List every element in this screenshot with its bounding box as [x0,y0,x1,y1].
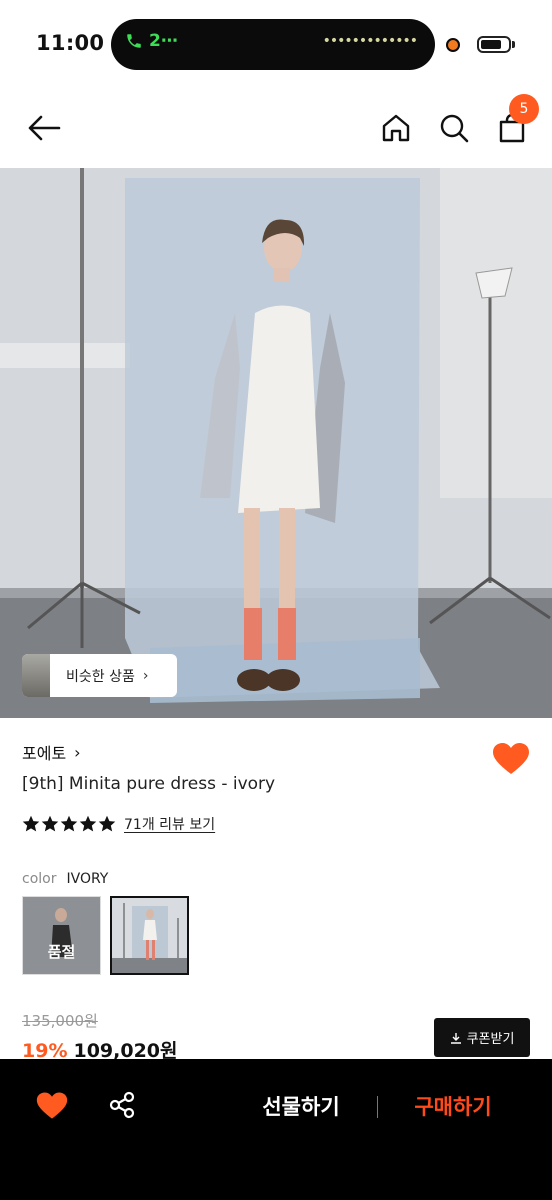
original-price: 135,000원 [22,1012,98,1030]
star-icon [60,815,78,832]
home-icon [382,114,410,142]
color-swatch-ivory[interactable] [110,896,189,975]
brand-link[interactable]: 포에토 › [22,740,81,764]
star-icon [98,815,116,832]
soldout-label: 품절 [47,943,76,961]
wishlist-button[interactable] [492,742,530,778]
reviews-link[interactable]: 71개 리뷰 보기 [124,814,215,834]
status-bar: 11:00 2⋯ ••••••••••••• [0,0,552,90]
battery-icon [477,36,511,53]
status-time: 11:00 [36,31,105,55]
product-photo [0,168,552,718]
download-icon [450,1032,461,1044]
coupon-label: 쿠폰받기 [466,1032,515,1047]
buy-button[interactable]: 구매하기 [400,1091,506,1121]
cart-count-badge: 5 [509,94,539,124]
home-button[interactable] [376,108,416,148]
rating-stars [22,815,116,833]
product-title: [9th] Minita pure dress - ivory [22,774,276,794]
bottom-action-bar: 선물하기 구매하기 [0,1059,552,1200]
phone-icon [127,34,141,48]
battery-cap [512,41,515,48]
gift-button[interactable]: 선물하기 [248,1091,354,1121]
star-icon [79,815,97,832]
brand-name: 포에토 [22,744,67,763]
back-arrow-icon [28,115,61,141]
recording-indicator-icon [446,38,460,52]
heart-icon [493,743,529,774]
coupon-button[interactable]: 쿠폰받기 [434,1018,530,1057]
heart-icon [36,1092,68,1119]
chevron-right-icon: › [142,667,149,684]
similar-products-button[interactable]: 비슷한 상품 › [22,654,177,697]
divider [377,1096,378,1118]
chevron-right-icon: › [74,742,81,762]
call-indicator: 2⋯ [125,31,178,51]
share-icon [109,1091,135,1119]
dynamic-island[interactable]: 2⋯ ••••••••••••• [111,19,435,70]
product-hero-image[interactable]: 비슷한 상품 › [0,168,552,718]
similar-products-thumbnail [22,654,50,697]
star-icon [22,815,40,832]
similar-products-label: 비슷한 상품 [66,668,135,685]
rating-row: 71개 리뷰 보기 [22,814,215,834]
back-button[interactable] [24,108,64,148]
swatch-photo [23,897,100,974]
top-nav [0,90,552,168]
call-label: 2⋯ [149,31,178,51]
color-swatch-soldout[interactable]: 품절 [22,896,101,975]
color-option-row: color IVORY [22,871,108,887]
color-option-value: IVORY [66,871,109,887]
color-option-key: color [22,871,57,887]
search-button[interactable] [434,108,474,148]
search-icon [440,114,469,143]
share-button[interactable] [108,1091,138,1121]
star-icon [41,815,59,832]
audio-waveform-icon: ••••••••••••• [322,33,418,49]
swatch-photo [112,898,187,973]
bottom-wishlist-button[interactable] [36,1091,70,1123]
